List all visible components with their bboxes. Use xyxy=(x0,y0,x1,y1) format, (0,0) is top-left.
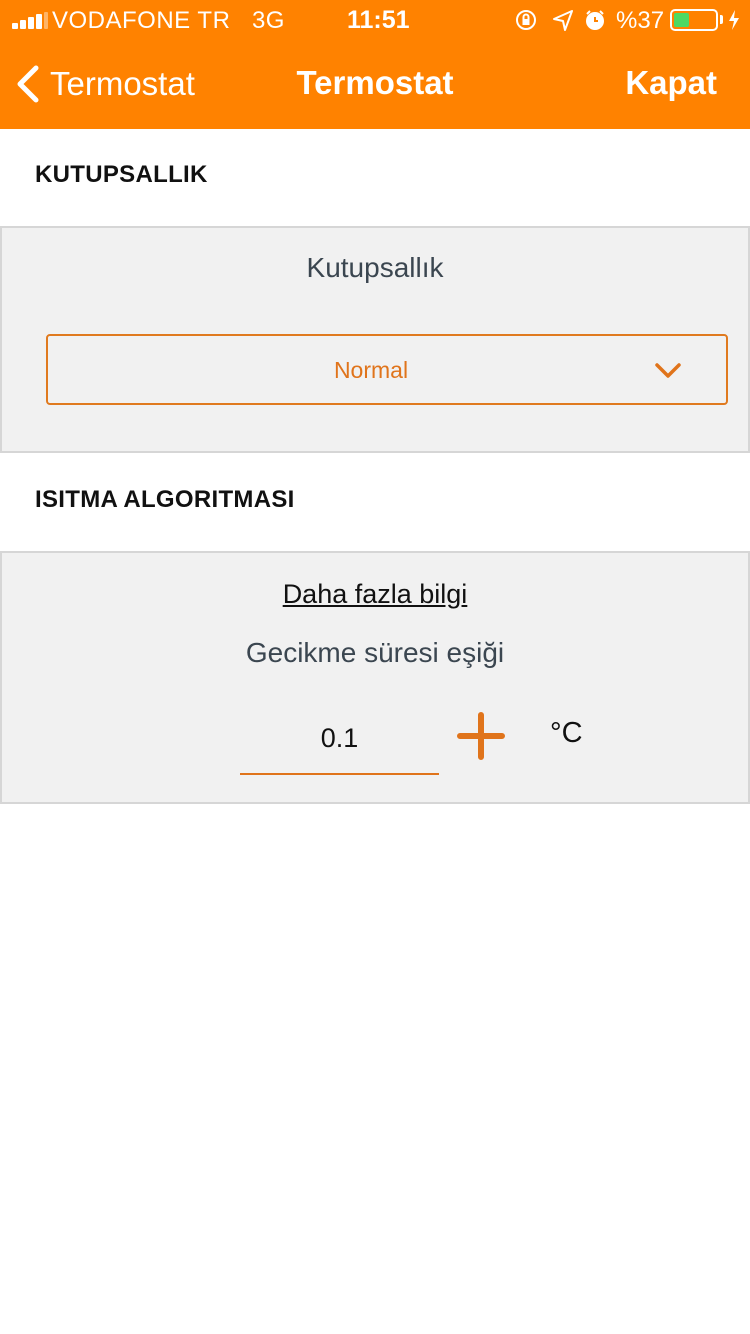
charging-icon xyxy=(729,10,739,30)
plus-icon[interactable] xyxy=(457,712,505,760)
hysteresis-label: Gecikme süresi eşiği xyxy=(245,637,505,668)
network-type: 3G xyxy=(251,7,285,34)
polarity-section-header: KUTUPSALLIK xyxy=(35,161,208,188)
polarity-selected-value: Normal xyxy=(333,357,409,383)
status-icons xyxy=(516,10,604,31)
unit-label: °C xyxy=(550,717,583,749)
location-icon xyxy=(553,10,573,31)
chevron-down-icon xyxy=(655,363,681,378)
status-bar: VODAFONE TR 3G 11:51 %37 xyxy=(0,0,750,40)
heating-section-header: ISITMA ALGORITMASI xyxy=(35,486,295,513)
back-button-label: Termostat xyxy=(50,65,195,102)
alarm-icon xyxy=(586,10,604,30)
carrier-label: VODAFONE TR xyxy=(52,7,231,34)
polarity-panel: Kutupsallık Normal xyxy=(0,226,750,453)
orientation-lock-icon xyxy=(516,10,536,30)
battery-icon xyxy=(670,9,718,31)
battery-level xyxy=(674,13,689,27)
polarity-dropdown[interactable]: Normal xyxy=(46,334,728,405)
more-info-link[interactable]: Daha fazla bilgi xyxy=(283,579,468,609)
carrier-name: VODAFONE TR 3G xyxy=(52,7,285,35)
battery-nub xyxy=(720,15,723,24)
battery-percentage: %37 xyxy=(616,7,665,34)
clock: 11:51 xyxy=(347,6,410,34)
more-info-row: Daha fazla bilgi xyxy=(2,579,748,610)
polarity-label: Kutupsallık xyxy=(306,252,444,283)
navigation-bar: Termostat Termostat Kapat xyxy=(0,40,750,129)
close-button[interactable]: Kapat xyxy=(625,64,717,102)
hysteresis-input[interactable] xyxy=(240,703,439,775)
heating-panel: Daha fazla bilgi Gecikme süresi eşiği °C xyxy=(0,551,750,804)
top-bar: VODAFONE TR 3G 11:51 %37 Termostat Termo… xyxy=(0,0,750,129)
chevron-left-icon xyxy=(17,65,39,103)
signal-icon xyxy=(12,12,48,29)
back-button[interactable]: Termostat xyxy=(14,62,195,106)
